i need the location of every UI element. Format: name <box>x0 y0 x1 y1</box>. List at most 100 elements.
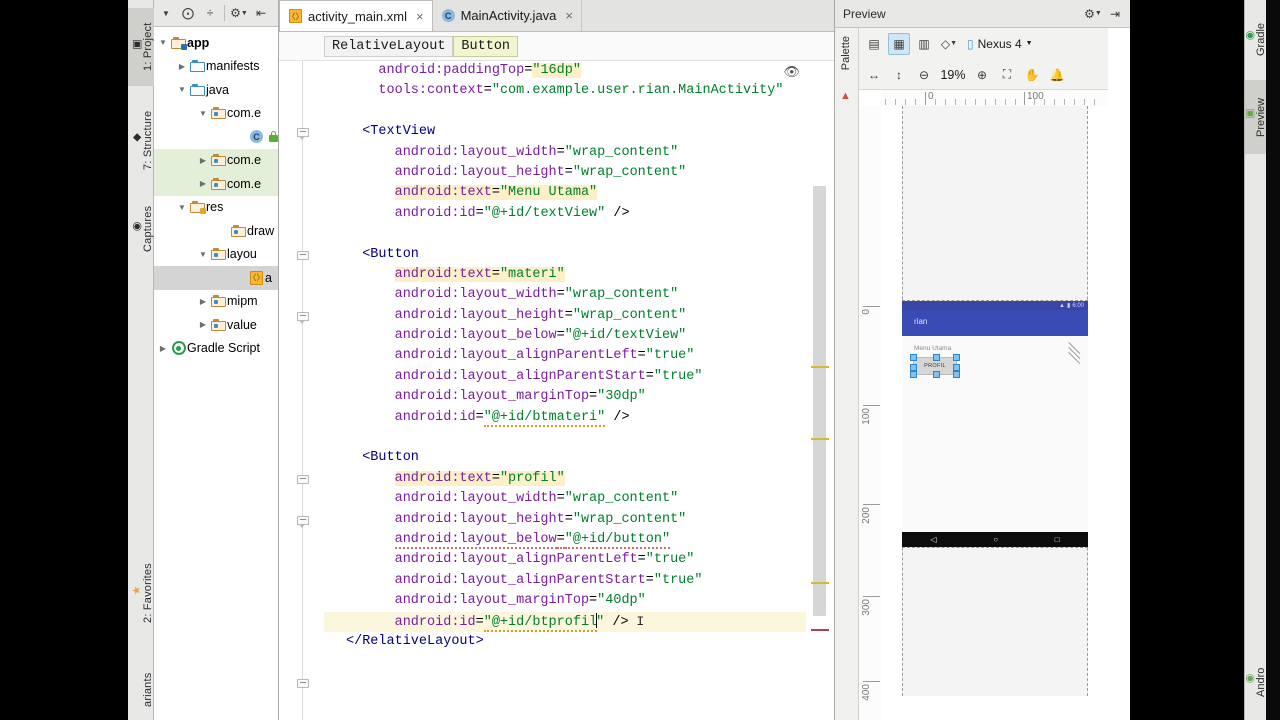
orientation-icon[interactable]: ◇ ▼ <box>938 33 960 55</box>
preview-canvas[interactable]: 0 100 0 100 200 300 400 ▲ ▮ 6:00 rian Me… <box>859 90 1108 720</box>
breadcrumb-item-button[interactable]: Button <box>453 35 519 57</box>
device-screen[interactable]: ▲ ▮ 6:00 rian Menu Utama PROFIL ◁ ○ □ <box>902 300 1088 548</box>
fold-marker[interactable] <box>296 311 309 324</box>
toolwindow-tab-build-variants[interactable]: ariants <box>128 660 154 720</box>
resize-handle-s[interactable] <box>933 371 940 378</box>
toolwindow-tab-structure[interactable]: 7: Structure ◆ <box>128 96 154 184</box>
tree-item-app[interactable]: ▼ app <box>154 31 278 55</box>
canvas-resize-handle[interactable] <box>1067 338 1085 365</box>
code-line[interactable]: android:layout_alignParentLeft="true" <box>324 550 806 570</box>
toolwindow-tab-project[interactable]: 1: Project ▣ <box>128 8 154 86</box>
notifications-bell-icon[interactable]: 🔔 <box>1046 64 1068 86</box>
tree-item-res[interactable]: ▼ res <box>154 196 278 220</box>
tree-item-package-androidtest[interactable]: ▶ com.e <box>154 172 278 196</box>
chevron-down-icon[interactable]: ▼ <box>196 109 210 118</box>
chevron-down-icon[interactable]: ▼ <box>196 250 210 259</box>
pan-hand-icon[interactable]: ✋ <box>1021 64 1043 86</box>
settings-gear-icon[interactable]: ⚙ ▼ <box>229 3 249 23</box>
toolwindow-tab-captures[interactable]: Captures ◉ <box>128 192 154 266</box>
code-line[interactable]: android:layout_below="@+id/textView" <box>324 326 806 346</box>
code-line[interactable]: android:layout_marginTop="40dp" <box>324 591 806 611</box>
chevron-down-icon[interactable]: ▼ <box>175 203 189 212</box>
toolwindow-tab-favorites[interactable]: 2: Favorites ★ <box>128 548 154 638</box>
back-button[interactable]: ◁ <box>930 535 936 544</box>
code-line[interactable]: android:layout_marginTop="30dp" <box>324 387 806 407</box>
fit-height-icon[interactable]: ↕ <box>888 64 910 86</box>
editor-scrollbar[interactable] <box>806 61 834 720</box>
code-line[interactable]: android:id="@+id/btmateri" /> <box>324 408 806 428</box>
fold-marker[interactable] <box>296 474 309 487</box>
recents-button[interactable]: □ <box>1055 535 1060 544</box>
code-text[interactable]: android:paddingTop="16dp" tools:context=… <box>324 61 806 720</box>
tree-item-package-main[interactable]: ▼ com.e <box>154 102 278 126</box>
tree-item-activity-main-xml[interactable]: 〈〉 a <box>154 266 278 290</box>
code-line[interactable]: android:text="Menu Utama" <box>324 183 806 203</box>
fold-marker[interactable] <box>296 678 309 691</box>
chevron-down-icon[interactable]: ▼ <box>156 38 170 47</box>
chevron-right-icon[interactable]: ▶ <box>156 344 170 353</box>
editor-tab-activity-main-xml[interactable]: 〈〉 activity_main.xml × <box>279 0 433 31</box>
fold-marker[interactable] <box>296 127 309 140</box>
hide-panel-icon[interactable]: ⇥ <box>1104 3 1126 25</box>
resize-handle-sw[interactable] <box>910 371 917 378</box>
chevron-right-icon[interactable]: ▶ <box>196 320 210 329</box>
collapse-all-icon[interactable]: ÷ <box>200 3 220 23</box>
design-stage[interactable]: ▲ ▮ 6:00 rian Menu Utama PROFIL ◁ ○ □ <box>881 106 1108 720</box>
resize-handle-w[interactable] <box>910 364 917 371</box>
button-profil-selected[interactable]: PROFIL <box>910 354 960 378</box>
code-line[interactable]: android:text="materi" <box>324 265 806 285</box>
scrollbar-thumb[interactable] <box>813 186 826 616</box>
code-line[interactable]: android:id="@+id/btprofil" /> I <box>324 611 806 632</box>
code-line[interactable]: android:layout_height="wrap_content" <box>324 510 806 530</box>
code-line[interactable]: android:text="profil" <box>324 469 806 489</box>
chevron-right-icon[interactable]: ▶ <box>175 62 189 71</box>
zoom-to-fit-icon[interactable]: ⛶ <box>996 64 1018 86</box>
chevron-right-icon[interactable]: ▶ <box>196 179 210 188</box>
design-mode-icon[interactable]: ▤ <box>863 33 885 55</box>
code-line[interactable]: </RelativeLayout> <box>324 632 806 652</box>
close-icon[interactable]: × <box>565 8 573 23</box>
code-line[interactable] <box>324 224 806 244</box>
select-opened-file-icon[interactable]: ▼ <box>156 3 176 23</box>
locate-icon[interactable]: ⨀ <box>178 3 198 23</box>
code-line[interactable]: <TextView <box>324 122 806 142</box>
code-line[interactable]: android:layout_alignParentStart="true" <box>324 367 806 387</box>
scrollbar-error-marker[interactable] <box>811 629 829 631</box>
breadcrumb-item-relativelayout[interactable]: RelativeLayout <box>324 35 454 57</box>
toolwindow-tab-android-monitor[interactable]: Andro ◉ <box>1243 646 1267 718</box>
resize-handle-e[interactable] <box>953 364 960 371</box>
scrollbar-warning-marker[interactable] <box>811 366 829 368</box>
resize-handle-se[interactable] <box>953 371 960 378</box>
zoom-out-icon[interactable]: ⊖ <box>913 64 935 86</box>
tree-item-drawable[interactable]: draw <box>154 219 278 243</box>
resize-handle-ne[interactable] <box>953 354 960 361</box>
code-line[interactable]: android:layout_width="wrap_content" <box>324 285 806 305</box>
resize-handle-nw[interactable] <box>910 354 917 361</box>
code-line[interactable]: tools:context="com.example.user.rian.Mai… <box>324 81 806 101</box>
code-line[interactable]: android:layout_width="wrap_content" <box>324 143 806 163</box>
code-line[interactable]: android:paddingTop="16dp" <box>324 61 806 81</box>
tree-item-manifests[interactable]: ▶ manifests <box>154 55 278 79</box>
tree-item-mipmap[interactable]: ▶ mipm <box>154 290 278 314</box>
palette-tab[interactable]: Palette ▲ <box>835 28 859 720</box>
eye-icon[interactable]: 👁 <box>783 64 800 80</box>
editor-gutter[interactable] <box>279 61 324 720</box>
toolwindow-tab-preview[interactable]: Preview ▣ <box>1243 80 1267 154</box>
zoom-in-icon[interactable]: ⊕ <box>971 64 993 86</box>
scrollbar-warning-marker[interactable] <box>811 582 829 584</box>
code-line[interactable] <box>324 428 806 448</box>
fold-marker[interactable] <box>296 515 309 528</box>
both-modes-icon[interactable]: ▥ <box>913 33 935 55</box>
code-line[interactable] <box>324 102 806 122</box>
tree-item-java-class[interactable]: C <box>154 125 278 149</box>
code-line[interactable]: android:layout_alignParentStart="true" <box>324 571 806 591</box>
blueprint-mode-icon[interactable]: ▦ <box>888 32 910 55</box>
code-line[interactable]: <Button <box>324 448 806 468</box>
project-tree[interactable]: ▼ app ▶ manifests ▼ java ▼ com.e C ▶ com… <box>154 27 278 360</box>
tree-item-package-test[interactable]: ▶ com.e <box>154 148 278 172</box>
textview-menu-utama[interactable]: Menu Utama <box>914 345 951 352</box>
chevron-right-icon[interactable]: ▶ <box>196 297 210 306</box>
chevron-down-icon[interactable]: ▼ <box>175 85 189 94</box>
tree-item-values[interactable]: ▶ value <box>154 313 278 337</box>
close-icon[interactable]: × <box>416 9 424 24</box>
